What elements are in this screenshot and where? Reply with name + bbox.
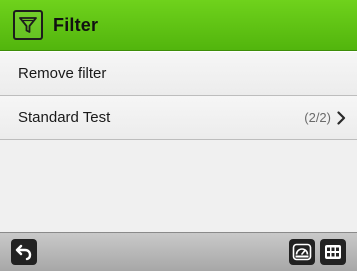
header-bar: Filter — [0, 0, 357, 51]
filter-screen: Filter Remove filter Standard Test (2/2) — [0, 0, 357, 271]
menu-grid-button[interactable] — [320, 239, 346, 265]
back-arrow-icon — [15, 244, 32, 261]
filter-icon — [13, 10, 43, 40]
list-item-label: Standard Test — [18, 109, 111, 126]
list-item-remove-filter[interactable]: Remove filter — [0, 52, 357, 96]
speedometer-icon — [292, 243, 312, 261]
empty-list-area — [0, 140, 357, 232]
chevron-right-icon — [337, 110, 347, 125]
list-item-count: (2/2) — [304, 110, 331, 125]
page-title: Filter — [53, 14, 99, 35]
footer-bar — [0, 232, 357, 271]
list-item-label: Remove filter — [18, 65, 107, 82]
filter-list: Remove filter Standard Test (2/2) — [0, 52, 357, 232]
dashboard-button[interactable] — [289, 239, 315, 265]
back-button[interactable] — [11, 239, 37, 265]
list-item-standard-test[interactable]: Standard Test (2/2) — [0, 96, 357, 140]
grid-menu-icon — [325, 245, 341, 259]
